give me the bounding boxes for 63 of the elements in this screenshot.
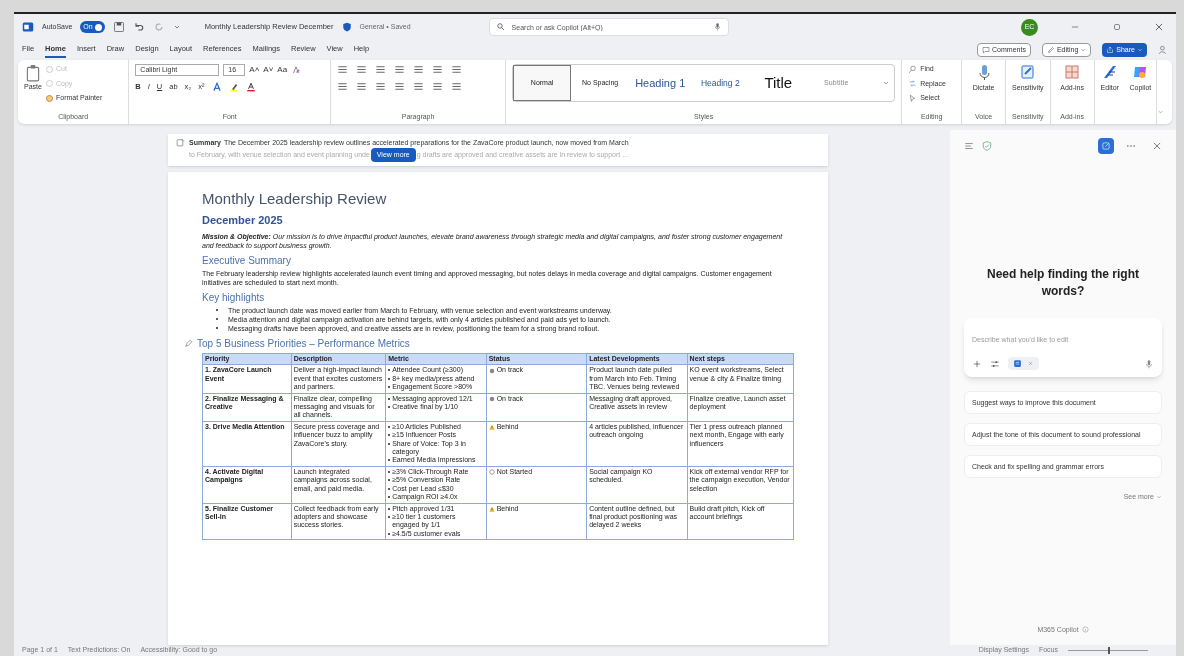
section-heading: Key highlights: [202, 291, 266, 305]
summary-icon: [176, 138, 185, 147]
close-icon[interactable]: [1152, 141, 1162, 151]
document-subtitle: December 2025: [202, 212, 284, 228]
font-size-button[interactable]: Aa: [277, 64, 288, 76]
shield-icon: [341, 22, 352, 32]
shield-check-icon: [982, 141, 992, 151]
list-icon[interactable]: [413, 64, 424, 75]
pointer-icon: [908, 93, 918, 103]
font-color-icon[interactable]: [245, 81, 256, 92]
new-chat-button[interactable]: [1098, 138, 1114, 154]
compose-icon: [1101, 141, 1111, 151]
grid-icon: [1064, 64, 1081, 80]
restore-icon[interactable]: [1112, 22, 1122, 32]
caret-icon: [1156, 494, 1162, 501]
pencil-icon: [1046, 46, 1055, 54]
font-size-button[interactable]: A˅: [263, 64, 274, 76]
comment-icon: [982, 46, 991, 54]
microphone-icon[interactable]: [1144, 358, 1154, 369]
undo-icon[interactable]: [132, 21, 145, 33]
font-size-button[interactable]: A˄: [249, 64, 260, 76]
align-icon[interactable]: [337, 81, 348, 92]
list-icon[interactable]: [337, 64, 348, 75]
list-icon[interactable]: [432, 64, 443, 75]
list-icon[interactable]: [394, 64, 405, 75]
align-icon[interactable]: [451, 81, 462, 92]
plus-icon[interactable]: [972, 358, 982, 369]
info-icon: [1081, 626, 1089, 634]
align-icon[interactable]: [413, 81, 424, 92]
share-icon: [1106, 46, 1115, 54]
document-title: Monthly Leadership Review: [202, 189, 388, 209]
align-icon[interactable]: [432, 81, 443, 92]
align-icon[interactable]: [394, 81, 405, 92]
text-effects-icon[interactable]: [211, 81, 222, 92]
menu-icon[interactable]: [964, 141, 974, 151]
search-icon: [908, 64, 918, 74]
align-icon[interactable]: [375, 81, 386, 92]
style-option[interactable]: Heading 1: [629, 65, 692, 101]
person-icon[interactable]: [1158, 45, 1168, 55]
highlighter-icon[interactable]: [228, 81, 239, 92]
list-icon[interactable]: [451, 64, 462, 75]
pen-icon: [1101, 64, 1118, 80]
save-icon[interactable]: [112, 21, 125, 33]
caret-icon: [1080, 47, 1087, 53]
list-icon[interactable]: [356, 64, 367, 75]
caret-icon: [1137, 47, 1143, 53]
search-icon: [495, 22, 505, 31]
style-option[interactable]: Heading 2: [691, 65, 750, 101]
align-icon[interactable]: [356, 81, 367, 92]
clear-format-icon[interactable]: [291, 65, 302, 75]
clipboard-icon: [24, 64, 42, 82]
section-heading: Executive Summary: [202, 254, 292, 268]
document-chip[interactable]: [1008, 357, 1039, 370]
caret-icon[interactable]: [172, 23, 181, 31]
word-file-icon: [1013, 359, 1022, 368]
style-option[interactable]: Title: [749, 65, 808, 101]
sliders-icon[interactable]: [990, 358, 1000, 369]
close-icon[interactable]: [1154, 22, 1164, 32]
copilot-heading: Need help finding the right words?: [986, 266, 1140, 300]
section-heading: Top 5 Business Priorities – Performance Metrics: [197, 337, 410, 351]
list-icon[interactable]: [375, 64, 386, 75]
replace-icon: [908, 79, 918, 89]
microphone-icon: [712, 22, 722, 31]
